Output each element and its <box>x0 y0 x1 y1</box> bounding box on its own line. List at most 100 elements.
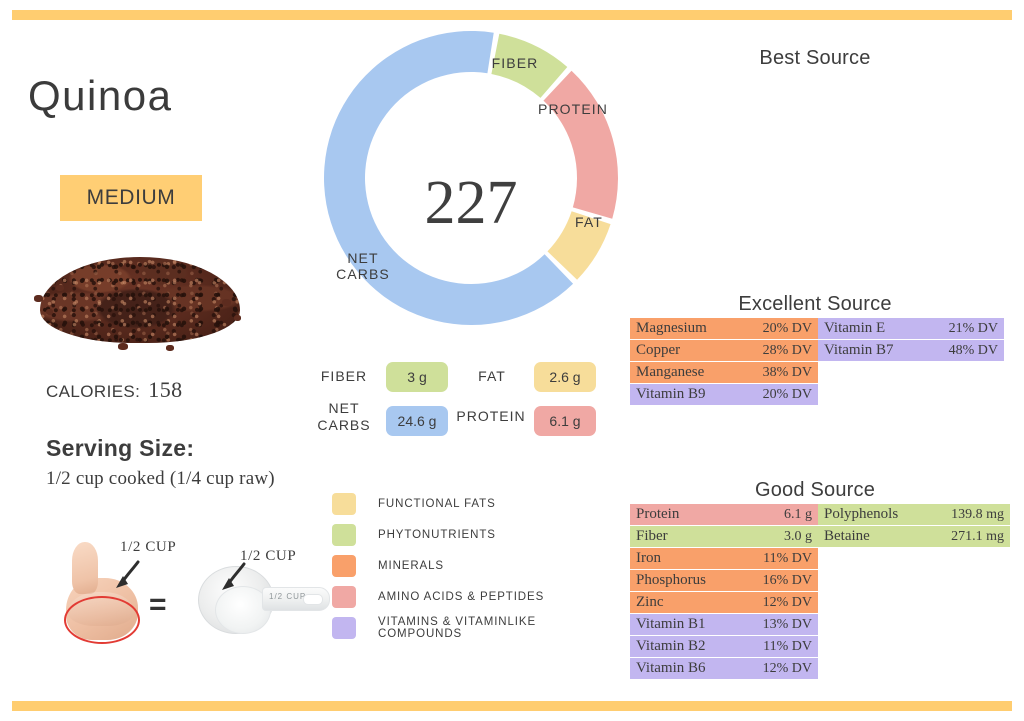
macronutrient-donut-chart: 227 FIBER PROTEIN FAT NET CARBS <box>312 28 630 328</box>
legend-color-swatch <box>332 492 356 515</box>
macro-summary: FIBER 3 g FAT 2.6 g NET CARBS 24.6 g PROT… <box>310 360 610 440</box>
table-row: Phosphorus 16% DV <box>630 570 818 591</box>
macro-label-protein: PROTEIN <box>456 408 526 424</box>
table-row: Magnesium 20% DV <box>630 318 818 339</box>
legend-item: FUNCTIONAL FATS <box>332 488 612 519</box>
nutrient-value: 20% DV <box>762 320 812 336</box>
nutrient-name: Betaine <box>824 528 870 544</box>
nutrient-name: Magnesium <box>636 320 707 336</box>
quinoa-grain-scatter <box>234 315 241 321</box>
nutrient-value: 13% DV <box>762 616 812 632</box>
quinoa-grain-scatter <box>46 309 53 315</box>
nutrient-name: Vitamin B7 <box>824 342 894 358</box>
nutrient-name: Polyphenols <box>824 506 899 522</box>
table-row: Vitamin E 21% DV <box>818 318 1004 339</box>
nutrient-name: Phosphorus <box>636 572 707 588</box>
table-row: Betaine 271.1 mg <box>818 526 1010 547</box>
table-row: Zinc 12% DV <box>630 592 818 613</box>
bottom-accent-rule <box>12 701 1012 711</box>
portion-illustration: 1/2 CUP = 1/2 CUP 1/2 CUP <box>44 534 334 654</box>
nutrient-value: 11% DV <box>763 550 812 566</box>
table-row: Vitamin B7 48% DV <box>818 340 1004 361</box>
best-source-heading: Best Source <box>759 47 871 69</box>
legend-color-swatch <box>332 616 356 639</box>
macro-chip-fiber: 3 g <box>386 362 448 392</box>
hand-portion-label: 1/2 CUP <box>120 539 177 555</box>
macro-label-fat: FAT <box>478 368 506 384</box>
legend-item-label: FUNCTIONAL FATS <box>378 497 496 510</box>
nutrient-name: Vitamin E <box>824 320 886 336</box>
table-row: Vitamin B2 11% DV <box>630 636 818 657</box>
cup-portion-label: 1/2 CUP <box>240 548 297 564</box>
quinoa-grain-scatter <box>56 285 64 291</box>
nutrient-name: Vitamin B6 <box>636 660 706 676</box>
nutrient-name: Vitamin B2 <box>636 638 706 654</box>
good-source-column-right: Polyphenols 139.8 mg Betaine 271.1 mg <box>818 504 1010 548</box>
nutrient-name: Iron <box>636 550 661 566</box>
category-legend: FUNCTIONAL FATS PHYTONUTRIENTS MINERALS AMI… <box>332 488 612 643</box>
rating-badge: MEDIUM <box>60 175 202 221</box>
hand-figure <box>52 540 148 648</box>
red-highlight-circle <box>64 596 140 644</box>
nutrient-name: Vitamin B9 <box>636 386 706 402</box>
legend-item: PHYTONUTRIENTS <box>332 519 612 550</box>
infographic-page: Quinoa MEDIUM CALORIES: 158 Serving Size:… <box>0 0 1024 721</box>
arrow-down-icon <box>116 560 140 588</box>
nutrient-name: Vitamin B1 <box>636 616 706 632</box>
nutrient-value: 11% DV <box>763 638 812 654</box>
table-row: Vitamin B6 12% DV <box>630 658 818 679</box>
macro-chip-fat: 2.6 g <box>534 362 596 392</box>
legend-item: AMINO ACIDS & PEPTIDES <box>332 581 612 612</box>
quinoa-grain-scatter <box>166 345 174 351</box>
donut-label-fiber: FIBER <box>491 55 539 71</box>
arrow-down-icon <box>222 562 246 590</box>
nutrient-value: 28% DV <box>762 342 812 358</box>
equals-sign: = <box>149 588 167 621</box>
donut-label-fat: FAT <box>575 214 603 230</box>
calories-label: CALORIES: <box>46 382 141 401</box>
top-accent-rule <box>12 10 1012 20</box>
quinoa-grain-pile <box>40 257 240 343</box>
legend-item: VITAMINS & VITAMINLIKE COMPOUNDS <box>332 612 612 643</box>
nutrient-name: Protein <box>636 506 680 522</box>
legend-color-swatch <box>332 523 356 546</box>
nutrient-value: 3.0 g <box>784 528 812 544</box>
hand-thumb-shape <box>72 542 98 594</box>
legend-item-label: AMINO ACIDS & PEPTIDES <box>378 590 545 603</box>
legend-color-swatch <box>332 554 356 577</box>
table-row: Vitamin B9 20% DV <box>630 384 818 405</box>
nutrient-value: 12% DV <box>762 660 812 676</box>
legend-item-label: MINERALS <box>378 559 444 572</box>
table-row: Manganese 38% DV <box>630 362 818 383</box>
excellent-source-column-left: Magnesium 20% DV Copper 28% DV Manganese 38% … <box>630 318 818 406</box>
good-source-heading: Good Source <box>754 479 876 501</box>
nutrient-name: Copper <box>636 342 681 358</box>
rating-badge-label: MEDIUM <box>86 186 176 209</box>
measuring-cup-figure: 1/2 CUP 1/2 CUP <box>192 548 332 642</box>
quinoa-grain-scatter <box>34 295 43 302</box>
legend-item-label: VITAMINS & VITAMINLIKE COMPOUNDS <box>378 615 537 640</box>
nutrient-value: 21% DV <box>948 320 998 336</box>
page-title: Quinoa <box>28 72 173 119</box>
excellent-source-column-right: Vitamin E 21% DV Vitamin B7 48% DV <box>818 318 1004 362</box>
nutrient-value: 38% DV <box>762 364 812 380</box>
nutrient-value: 6.1 g <box>784 506 812 522</box>
table-row: Copper 28% DV <box>630 340 818 361</box>
macro-label-fiber: FIBER <box>320 368 368 384</box>
quinoa-photo <box>26 243 254 361</box>
legend-item: MINERALS <box>332 550 612 581</box>
macro-label-net-carbs: NET CARBS <box>317 400 371 433</box>
nutrient-value: 48% DV <box>948 342 998 358</box>
serving-size-description: 1/2 cup cooked (1/4 cup raw) <box>46 468 275 489</box>
nutrient-value: 20% DV <box>762 386 812 402</box>
quinoa-grain-scatter <box>118 343 128 350</box>
nutrient-name: Zinc <box>636 594 664 610</box>
table-row: Iron 11% DV <box>630 548 818 569</box>
table-row: Fiber 3.0 g <box>630 526 818 547</box>
donut-label-protein: PROTEIN <box>538 101 608 117</box>
nutrient-name: Fiber <box>636 528 668 544</box>
macro-chip-protein: 6.1 g <box>534 406 596 436</box>
best-source-table <box>630 78 1010 88</box>
nutrient-name: Manganese <box>636 364 705 380</box>
calories-line: CALORIES: 158 <box>46 377 183 403</box>
